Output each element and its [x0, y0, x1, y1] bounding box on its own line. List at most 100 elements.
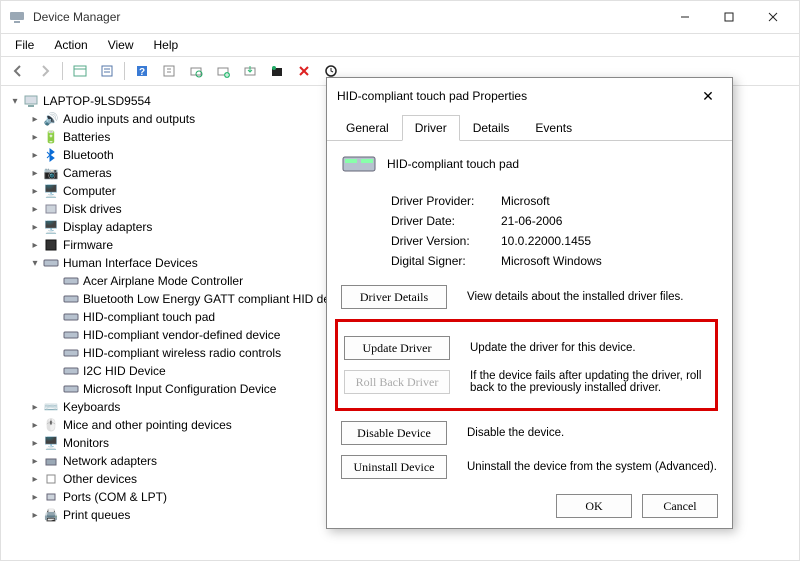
- chevron-right-icon[interactable]: ▸: [29, 438, 41, 449]
- tree-label: Bluetooth Low Energy GATT compliant HID …: [83, 292, 330, 306]
- update-driver-row: Update Driver Update the driver for this…: [344, 336, 709, 360]
- tree-label: Print queues: [63, 508, 130, 522]
- toolbar-scan-icon[interactable]: [183, 59, 209, 83]
- audio-icon: 🔊: [43, 111, 59, 127]
- update-driver-button[interactable]: Update Driver: [344, 336, 450, 360]
- camera-icon: 📷: [43, 165, 59, 181]
- uninstall-device-desc: Uninstall the device from the system (Ad…: [467, 461, 718, 473]
- tree-label: Keyboards: [63, 400, 120, 414]
- tree-label: Mice and other pointing devices: [63, 418, 232, 432]
- toolbar-help-icon[interactable]: ?: [129, 59, 155, 83]
- menu-action[interactable]: Action: [44, 36, 97, 54]
- tab-details[interactable]: Details: [460, 115, 523, 141]
- disable-device-desc: Disable the device.: [467, 427, 718, 439]
- window-buttons: [663, 1, 795, 33]
- driver-details-button[interactable]: Driver Details: [341, 285, 447, 309]
- maximize-button[interactable]: [707, 1, 751, 33]
- toolbar-separator: [124, 62, 125, 80]
- disable-device-button[interactable]: Disable Device: [341, 421, 447, 445]
- toolbar-delete-icon[interactable]: [291, 59, 317, 83]
- chevron-down-icon[interactable]: ▾: [29, 258, 41, 269]
- dialog-close-button[interactable]: ✕: [694, 82, 722, 110]
- tree-label: Monitors: [63, 436, 109, 450]
- tree-label: Cameras: [63, 166, 112, 180]
- chevron-right-icon[interactable]: ▸: [29, 186, 41, 197]
- toolbar-action-icon[interactable]: [156, 59, 182, 83]
- tab-driver[interactable]: Driver: [402, 115, 460, 141]
- printer-icon: 🖨️: [43, 507, 59, 523]
- toolbar-forward-icon[interactable]: [32, 59, 58, 83]
- chevron-right-icon[interactable]: ▸: [29, 132, 41, 143]
- chevron-right-icon[interactable]: ▸: [29, 510, 41, 521]
- chevron-right-icon[interactable]: ▸: [29, 168, 41, 179]
- minimize-button[interactable]: [663, 1, 707, 33]
- battery-icon: 🔋: [43, 129, 59, 145]
- hid-icon: [63, 381, 79, 397]
- touchpad-icon: [341, 151, 377, 177]
- tab-events[interactable]: Events: [522, 115, 585, 141]
- firmware-icon: [43, 237, 59, 253]
- driver-provider-value: Microsoft: [501, 194, 550, 208]
- hid-icon: [63, 273, 79, 289]
- chevron-right-icon[interactable]: ▸: [29, 114, 41, 125]
- tree-label: Batteries: [63, 130, 110, 144]
- tree-label: HID-compliant wireless radio controls: [83, 346, 281, 360]
- hid-icon: [63, 291, 79, 307]
- chevron-right-icon[interactable]: ▸: [29, 240, 41, 251]
- toolbar-uninstall-icon[interactable]: [264, 59, 290, 83]
- close-button[interactable]: [751, 1, 795, 33]
- tree-label: Audio inputs and outputs: [63, 112, 195, 126]
- driver-date-value: 21-06-2006: [501, 214, 562, 228]
- network-icon: [43, 453, 59, 469]
- uninstall-device-button[interactable]: Uninstall Device: [341, 455, 447, 479]
- tree-label: Display adapters: [63, 220, 152, 234]
- chevron-right-icon[interactable]: ▸: [29, 420, 41, 431]
- digital-signer-label: Digital Signer:: [391, 254, 501, 268]
- svg-text:?: ?: [139, 67, 145, 78]
- toolbar-back-icon[interactable]: [5, 59, 31, 83]
- dialog-tabs: General Driver Details Events: [327, 114, 732, 141]
- tree-label: Acer Airplane Mode Controller: [83, 274, 243, 288]
- ok-button[interactable]: OK: [556, 494, 632, 518]
- toolbar-properties-icon[interactable]: [94, 59, 120, 83]
- tab-general[interactable]: General: [333, 115, 402, 141]
- disable-device-row: Disable Device Disable the device.: [341, 421, 718, 445]
- device-header: HID-compliant touch pad: [341, 151, 718, 177]
- chevron-right-icon[interactable]: ▸: [29, 222, 41, 233]
- titlebar: Device Manager: [1, 1, 799, 34]
- tree-label: Disk drives: [63, 202, 122, 216]
- rollback-driver-row: Roll Back Driver If the device fails aft…: [344, 370, 709, 394]
- tree-label: Ports (COM & LPT): [63, 490, 167, 504]
- chevron-right-icon[interactable]: ▸: [29, 474, 41, 485]
- menubar: File Action View Help: [1, 34, 799, 56]
- cancel-button[interactable]: Cancel: [642, 494, 718, 518]
- toolbar-add-legacy-icon[interactable]: [210, 59, 236, 83]
- toolbar-show-hidden-icon[interactable]: [67, 59, 93, 83]
- menu-help[interactable]: Help: [144, 36, 189, 54]
- menu-view[interactable]: View: [98, 36, 144, 54]
- disk-icon: [43, 201, 59, 217]
- digital-signer-value: Microsoft Windows: [501, 254, 602, 268]
- display-icon: 🖥️: [43, 219, 59, 235]
- app-icon: [9, 9, 25, 25]
- tree-label: Computer: [63, 184, 116, 198]
- uninstall-device-row: Uninstall Device Uninstall the device fr…: [341, 455, 718, 479]
- driver-details-desc: View details about the installed driver …: [467, 291, 718, 303]
- port-icon: [43, 489, 59, 505]
- tree-label: Other devices: [63, 472, 137, 486]
- chevron-right-icon[interactable]: ▸: [29, 204, 41, 215]
- chevron-right-icon[interactable]: ▸: [29, 492, 41, 503]
- window-title: Device Manager: [33, 10, 663, 24]
- chevron-right-icon[interactable]: ▸: [29, 456, 41, 467]
- chevron-right-icon[interactable]: ▸: [29, 150, 41, 161]
- menu-file[interactable]: File: [5, 36, 44, 54]
- hid-icon: [63, 345, 79, 361]
- driver-provider-label: Driver Provider:: [391, 194, 501, 208]
- hid-icon: [43, 255, 59, 271]
- driver-version-label: Driver Version:: [391, 234, 501, 248]
- hid-icon: [63, 309, 79, 325]
- hid-icon: [63, 327, 79, 343]
- toolbar-update-icon[interactable]: [237, 59, 263, 83]
- chevron-down-icon[interactable]: ▾: [9, 96, 21, 107]
- chevron-right-icon[interactable]: ▸: [29, 402, 41, 413]
